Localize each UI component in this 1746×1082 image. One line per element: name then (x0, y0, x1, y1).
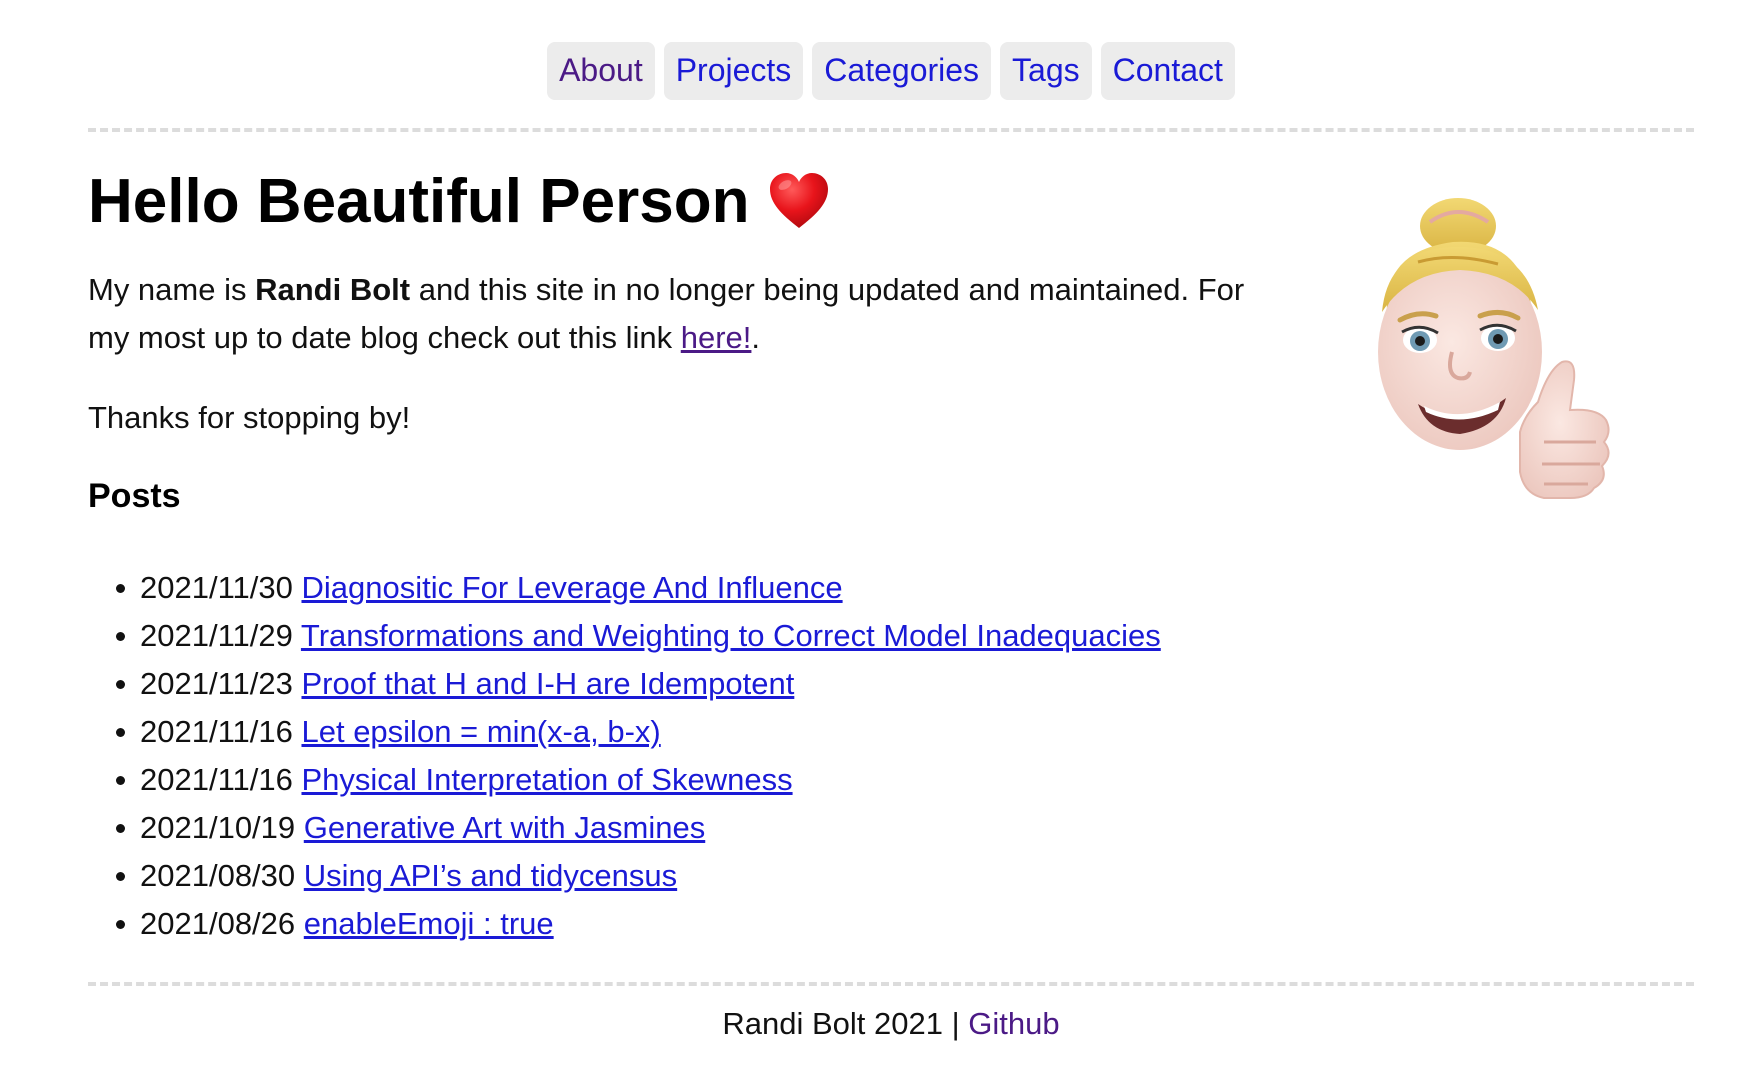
post-date: 2021/08/30 (140, 858, 296, 893)
bullet-icon (116, 584, 125, 593)
post-link[interactable]: Using API’s and tidycensus (304, 858, 677, 893)
thanks-text: Thanks for stopping by! (88, 400, 411, 435)
post-link[interactable]: Let epsilon = min(x-a, b-x) (301, 714, 660, 749)
bullet-icon (116, 920, 125, 929)
memoji-avatar (1378, 198, 1610, 499)
list-item: 2021/11/30 Diagnositic For Leverage And … (116, 564, 1258, 612)
list-item: 2021/11/23 Proof that H and I-H are Idem… (116, 660, 1258, 708)
posts-list: 2021/11/30 Diagnositic For Leverage And … (88, 564, 1258, 948)
nav-categories[interactable]: Categories (812, 42, 992, 100)
author-name: Randi Bolt (255, 272, 411, 307)
top-nav: About Projects Categories Tags Contact (88, 0, 1694, 128)
list-item: 2021/11/16 Physical Interpretation of Sk… (116, 756, 1258, 804)
post-date: 2021/11/30 (140, 570, 293, 605)
post-date: 2021/11/16 (140, 762, 293, 797)
post-link[interactable]: Transformations and Weighting to Correct… (301, 618, 1161, 653)
post-date: 2021/08/26 (140, 906, 296, 941)
post-link[interactable]: Physical Interpretation of Skewness (301, 762, 792, 797)
bullet-icon (116, 776, 125, 785)
bullet-icon (116, 824, 125, 833)
content-column: Hello Beautiful Person My name is Randi … (88, 132, 1258, 948)
intro-paragraph: My name is Randi Bolt and this site in n… (88, 266, 1258, 362)
list-item: 2021/10/19 Generative Art with Jasmines (116, 804, 1258, 852)
list-item: 2021/08/26 enableEmoji : true (116, 900, 1258, 948)
nav-about[interactable]: About (547, 42, 655, 100)
list-item: 2021/11/16 Let epsilon = min(x-a, b-x) (116, 708, 1258, 756)
footer: Randi Bolt 2021 | Github (88, 986, 1694, 1044)
page-title: Hello Beautiful Person (88, 166, 1258, 238)
heart-icon (770, 173, 829, 228)
bullet-icon (116, 632, 125, 641)
post-date: 2021/11/23 (140, 666, 293, 701)
post-link[interactable]: Proof that H and I-H are Idempotent (301, 666, 794, 701)
page-title-text: Hello Beautiful Person (88, 167, 750, 236)
post-link[interactable]: Diagnositic For Leverage And Influence (301, 570, 842, 605)
github-link[interactable]: Github (968, 1006, 1059, 1041)
nav-tags[interactable]: Tags (1000, 42, 1092, 100)
bullet-icon (116, 872, 125, 881)
blog-link[interactable]: here! (681, 320, 752, 355)
nav-contact[interactable]: Contact (1100, 42, 1235, 100)
post-link[interactable]: Generative Art with Jasmines (304, 810, 705, 845)
bullet-icon (116, 728, 125, 737)
page: About Projects Categories Tags Contact H… (88, 0, 1694, 1044)
post-date: 2021/11/16 (140, 714, 293, 749)
post-link[interactable]: enableEmoji : true (304, 906, 554, 941)
intro-prefix: My name is (88, 272, 256, 307)
nav-projects[interactable]: Projects (663, 42, 804, 100)
post-date: 2021/11/29 (140, 618, 293, 653)
post-date: 2021/10/19 (140, 810, 296, 845)
list-item: 2021/11/29 Transformations and Weighting… (116, 612, 1258, 660)
footer-text: Randi Bolt 2021 | (722, 1006, 969, 1041)
bullet-icon (116, 680, 125, 689)
list-item: 2021/08/30 Using API’s and tidycensus (116, 852, 1258, 900)
main-content: Hello Beautiful Person My name is Randi … (88, 132, 1694, 982)
posts-heading: Posts (88, 477, 181, 515)
intro-suffix: . (751, 320, 761, 355)
